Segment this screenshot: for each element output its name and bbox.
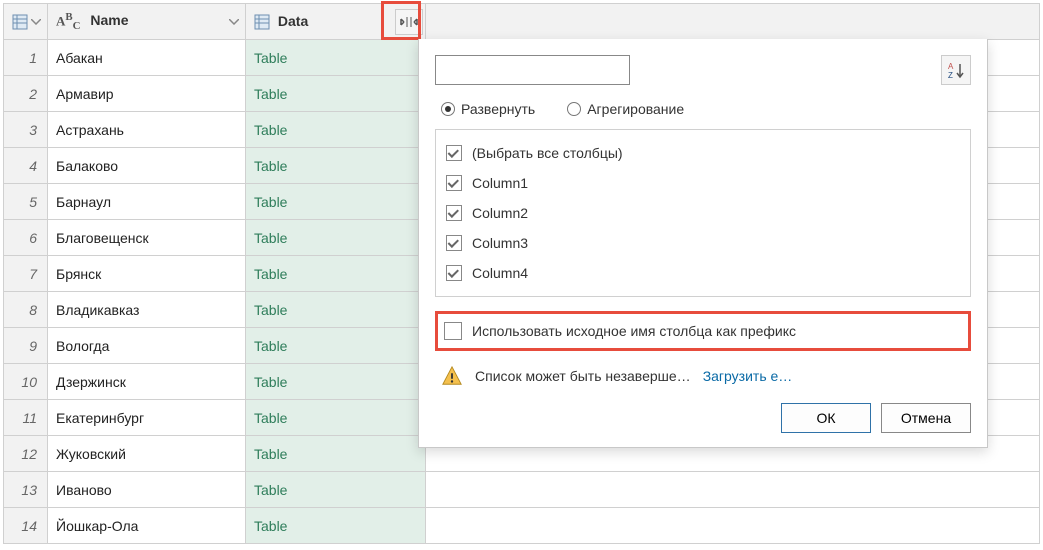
checkbox-icon [446,265,462,281]
row-number-cell[interactable]: 12 [4,436,48,472]
data-cell[interactable]: Table [246,400,426,436]
row-number-cell[interactable]: 5 [4,184,48,220]
data-cell[interactable]: Table [246,292,426,328]
check-column3[interactable]: Column3 [446,228,960,258]
data-cell[interactable]: Table [246,364,426,400]
row-number-cell[interactable]: 8 [4,292,48,328]
column4-label: Column4 [472,265,528,281]
name-header-label: Name [90,12,128,28]
row-number-cell[interactable]: 14 [4,508,48,544]
name-cell[interactable]: Жуковский [48,436,246,472]
check-column2[interactable]: Column2 [446,198,960,228]
use-prefix-label: Использовать исходное имя столбца как пр… [472,323,796,339]
checkbox-icon [444,322,462,340]
sort-az-icon: A Z [947,61,965,79]
data-cell[interactable]: Table [246,148,426,184]
chevron-down-icon[interactable] [227,15,241,29]
name-cell[interactable]: Дзержинск [48,364,246,400]
data-cell[interactable]: Table [246,220,426,256]
name-column-header[interactable]: ABC Name [48,4,246,40]
column1-label: Column1 [472,175,528,191]
name-cell[interactable]: Астрахань [48,112,246,148]
warning-text: Список может быть незаверше… [475,368,691,384]
data-cell[interactable]: Table [246,328,426,364]
svg-text:Z: Z [948,71,953,79]
row-number-cell[interactable]: 2 [4,76,48,112]
data-cell[interactable]: Table [246,112,426,148]
row-number-cell[interactable]: 10 [4,364,48,400]
row-number-header[interactable] [4,4,48,40]
warning-row: Список может быть незаверше… Загрузить е… [441,365,971,387]
sort-button[interactable]: A Z [941,55,971,85]
expand-columns-popup: A Z Развернуть Агрегирование (Выбрать вс… [418,39,988,448]
blank-cell [426,508,1040,544]
name-cell[interactable]: Барнаул [48,184,246,220]
select-all-label: (Выбрать все столбцы) [472,145,623,161]
name-cell[interactable]: Балаково [48,148,246,184]
data-cell[interactable]: Table [246,40,426,76]
row-number-cell[interactable]: 3 [4,112,48,148]
table-icon [254,14,270,30]
columns-list: (Выбрать все столбцы) Column1 Column2 Co… [435,129,971,297]
name-cell[interactable]: Владикавказ [48,292,246,328]
expand-column-button[interactable] [395,9,423,35]
data-cell[interactable]: Table [246,256,426,292]
radio-aggregate-label: Агрегирование [587,101,684,117]
name-cell[interactable]: Брянск [48,256,246,292]
table-row[interactable]: 14Йошкар-ОлаTable [4,508,1040,544]
row-number-cell[interactable]: 11 [4,400,48,436]
data-cell[interactable]: Table [246,508,426,544]
radio-expand[interactable]: Развернуть [441,101,535,117]
row-number-cell[interactable]: 13 [4,472,48,508]
checkbox-icon [446,205,462,221]
radio-expand-label: Развернуть [461,101,535,117]
column3-label: Column3 [472,235,528,251]
check-column4[interactable]: Column4 [446,258,960,288]
radio-empty-icon [567,102,581,116]
cancel-button[interactable]: Отмена [881,403,971,433]
search-input[interactable] [435,55,630,85]
checkbox-icon [446,145,462,161]
row-number-cell[interactable]: 4 [4,148,48,184]
column2-label: Column2 [472,205,528,221]
text-type-icon: ABC [56,11,82,32]
data-header-label: Data [278,13,308,29]
row-number-cell[interactable]: 1 [4,40,48,76]
chevron-down-icon[interactable] [29,15,43,29]
check-column1[interactable]: Column1 [446,168,960,198]
use-prefix-checkbox[interactable]: Использовать исходное имя столбца как пр… [435,311,971,351]
row-number-cell[interactable]: 7 [4,256,48,292]
radio-dot-icon [441,102,455,116]
blank-cell [426,472,1040,508]
check-select-all[interactable]: (Выбрать все столбцы) [446,138,960,168]
name-cell[interactable]: Йошкар-Ола [48,508,246,544]
table-row[interactable]: 13ИвановоTable [4,472,1040,508]
name-cell[interactable]: Благовещенск [48,220,246,256]
data-cell[interactable]: Table [246,436,426,472]
blank-header [426,4,1040,40]
table-icon [12,14,28,30]
ok-button[interactable]: ОК [781,403,871,433]
expand-icon [400,15,418,29]
name-cell[interactable]: Иваново [48,472,246,508]
name-cell[interactable]: Армавир [48,76,246,112]
checkbox-icon [446,235,462,251]
checkbox-icon [446,175,462,191]
row-number-cell[interactable]: 9 [4,328,48,364]
load-more-link[interactable]: Загрузить е… [703,368,793,384]
data-cell[interactable]: Table [246,76,426,112]
warning-icon [441,365,463,387]
data-cell[interactable]: Table [246,472,426,508]
data-cell[interactable]: Table [246,184,426,220]
svg-text:A: A [948,62,954,71]
radio-aggregate[interactable]: Агрегирование [567,101,684,117]
name-cell[interactable]: Вологда [48,328,246,364]
name-cell[interactable]: Екатеринбург [48,400,246,436]
name-cell[interactable]: Абакан [48,40,246,76]
row-number-cell[interactable]: 6 [4,220,48,256]
data-column-header[interactable]: Data [246,4,426,40]
